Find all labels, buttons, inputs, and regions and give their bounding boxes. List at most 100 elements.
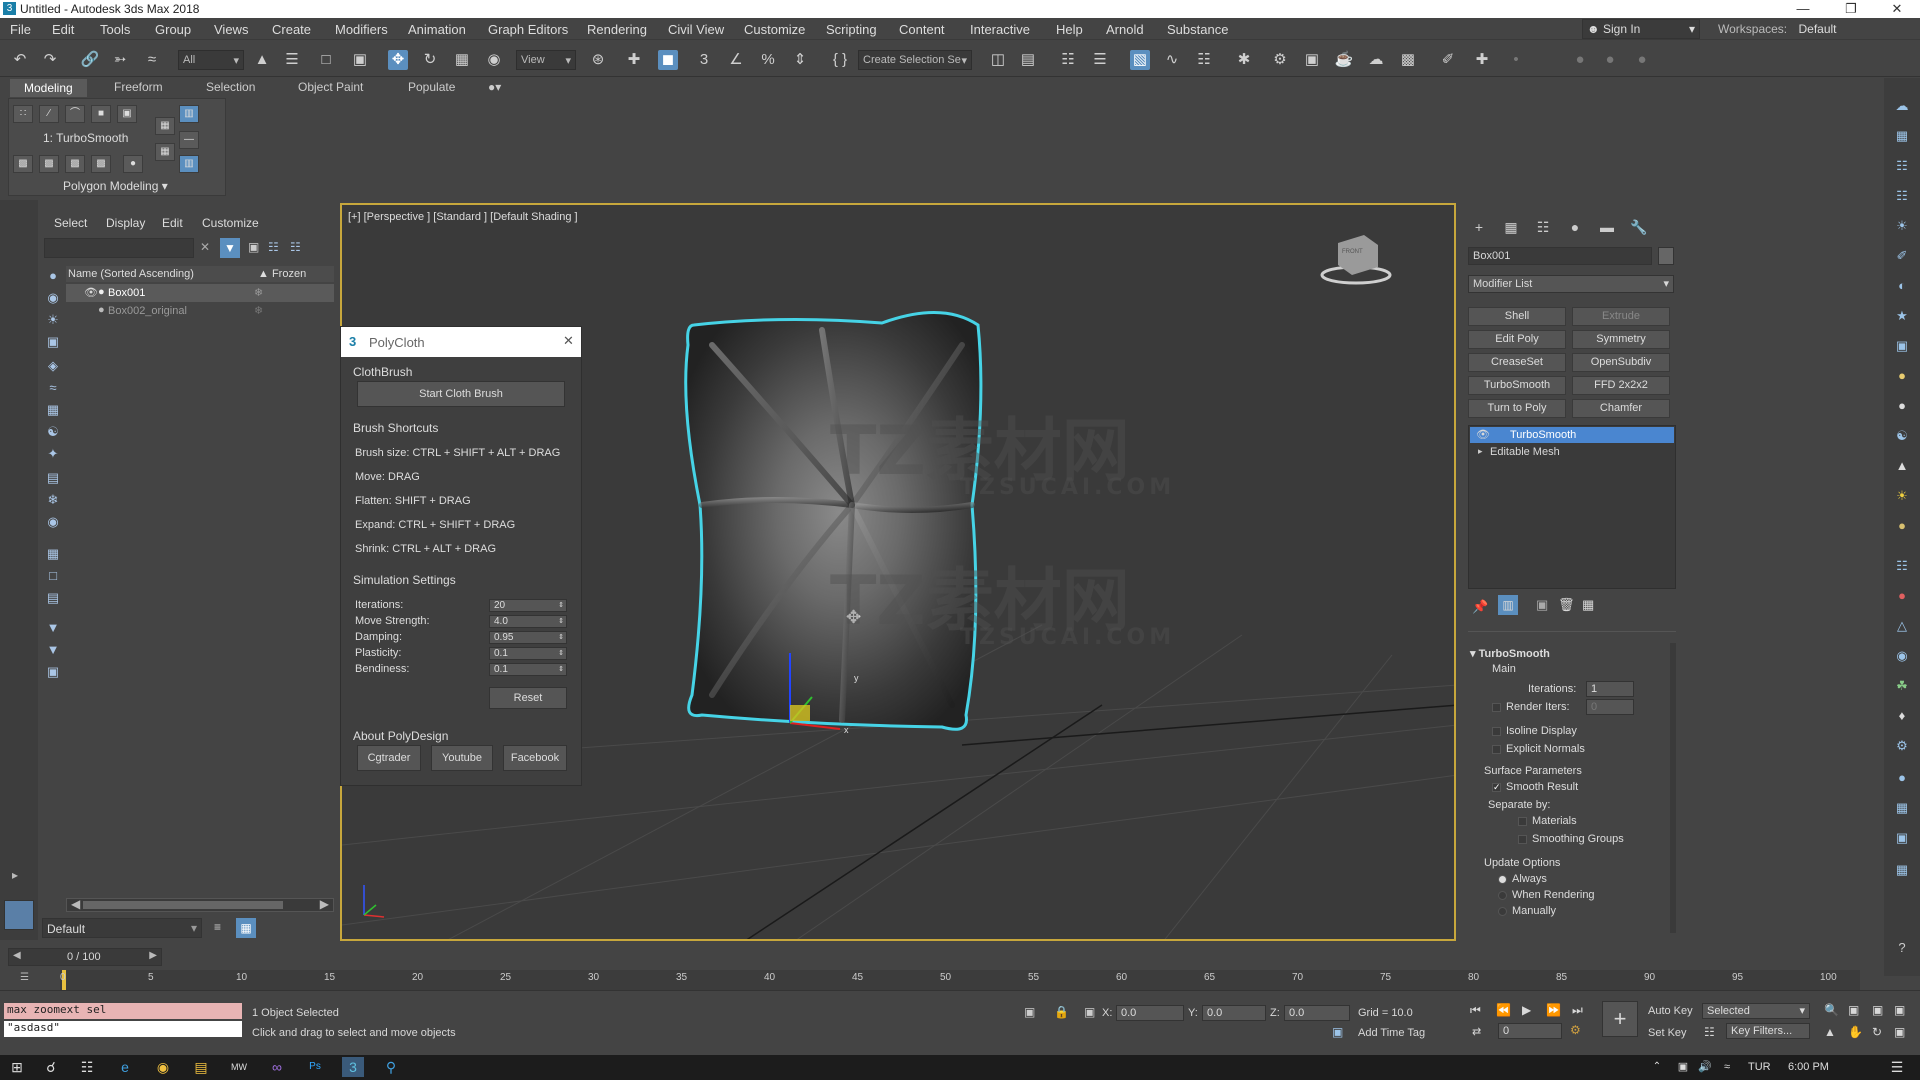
dock-tool-13-icon[interactable]: ▲: [1892, 456, 1912, 476]
modify-tab-icon[interactable]: ▦: [1500, 217, 1522, 237]
polygon-modeling-dropdown[interactable]: Polygon Modeling ▾: [63, 179, 168, 193]
dock-tool-7-icon[interactable]: ◐: [1892, 276, 1912, 296]
dock-tool-4-icon[interactable]: ☷: [1892, 186, 1912, 206]
chrome-icon[interactable]: ◉: [152, 1057, 174, 1077]
expand-arrow-icon[interactable]: ▸: [12, 868, 18, 882]
angle-snap-icon[interactable]: ∠: [726, 50, 746, 70]
dock-tool-14-icon[interactable]: ☀: [1892, 486, 1912, 506]
dock-tool-22-icon[interactable]: ⚙: [1892, 736, 1912, 756]
scene-explorer-toggle-icon[interactable]: ☷: [1058, 50, 1078, 70]
dock-tool-3-icon[interactable]: ☷: [1892, 156, 1912, 176]
lock-icon[interactable]: ▣: [248, 240, 259, 254]
edge-icon[interactable]: ∕: [39, 105, 59, 123]
render-iters-field[interactable]: 0: [1586, 699, 1634, 715]
notifications-icon[interactable]: ☰: [1886, 1057, 1908, 1077]
modifier-extrude-button[interactable]: Extrude: [1572, 307, 1670, 326]
tab-selection[interactable]: Selection: [206, 80, 255, 94]
modifier-opensubdiv-button[interactable]: OpenSubdiv: [1572, 353, 1670, 372]
menu-rendering[interactable]: Rendering: [587, 22, 647, 37]
dock-tool-18-icon[interactable]: △: [1892, 616, 1912, 636]
link-icon[interactable]: 🔗: [80, 50, 100, 70]
display-all-icon[interactable]: ▦: [42, 544, 64, 564]
modifier-shell-button[interactable]: Shell: [1468, 307, 1566, 326]
dock-tool-16-icon[interactable]: ☷: [1892, 556, 1912, 576]
dock-tool-5-icon[interactable]: ☀: [1892, 216, 1912, 236]
visual-studio-icon[interactable]: ∞: [266, 1057, 288, 1077]
dock-tool-26-icon[interactable]: ▦: [1892, 860, 1912, 880]
dock-tool-6-icon[interactable]: ✐: [1892, 246, 1912, 266]
scene-explorer-tab-display[interactable]: Display: [106, 216, 145, 230]
zoom-all-icon[interactable]: ▣: [1848, 1003, 1859, 1017]
sphere-icon[interactable]: ●: [1570, 50, 1590, 70]
scroll-thumb[interactable]: [83, 901, 283, 909]
display-geometry-icon[interactable]: ●: [42, 266, 64, 286]
dock-tool-17-icon[interactable]: ●: [1892, 586, 1912, 606]
key-filters-button[interactable]: Key Filters...: [1726, 1023, 1810, 1039]
mirror-icon[interactable]: ◫: [988, 50, 1008, 70]
menu-tools[interactable]: Tools: [100, 22, 130, 37]
scene-explorer-tab-select[interactable]: Select: [54, 216, 87, 230]
rendered-frame-window-icon[interactable]: ▣: [1302, 50, 1322, 70]
display-spacewarps-icon[interactable]: ≈: [42, 378, 64, 398]
frozen-snowflake-icon[interactable]: ❄: [254, 304, 263, 317]
time-next-icon[interactable]: ▶: [149, 950, 157, 961]
select-children-icon[interactable]: ▣: [42, 662, 64, 682]
display-groups-icon[interactable]: ▦: [42, 400, 64, 420]
layer-dropdown[interactable]: Default ▾: [42, 918, 202, 938]
named-selection-dropdown[interactable]: Create Selection Se ▾: [858, 50, 972, 70]
tray-network-icon[interactable]: ▣: [1672, 1057, 1694, 1077]
maxscript-listener-line1[interactable]: max zoomext sel: [4, 1003, 242, 1019]
menu-create[interactable]: Create: [272, 22, 311, 37]
3dsmax-icon[interactable]: 3: [342, 1057, 364, 1077]
render-cloud-icon[interactable]: ☁: [1366, 50, 1386, 70]
layer-stack-icon[interactable]: ≡: [214, 920, 221, 934]
app-icon-mw[interactable]: MW: [228, 1057, 250, 1077]
polycloth-icon[interactable]: ✐: [1438, 50, 1458, 70]
keyboard-shortcut-override-icon[interactable]: ◼: [658, 50, 678, 70]
motion-tab-icon[interactable]: ●: [1564, 217, 1586, 237]
key-filters-icon[interactable]: ☷: [1704, 1025, 1715, 1039]
utilities-tab-icon[interactable]: 🔧: [1628, 217, 1650, 237]
menu-help[interactable]: Help: [1056, 22, 1083, 37]
menu-group[interactable]: Group: [155, 22, 191, 37]
time-tag-icon[interactable]: ▣: [1332, 1025, 1343, 1039]
menu-animation[interactable]: Animation: [408, 22, 466, 37]
dock-tool-15-icon[interactable]: ●: [1892, 516, 1912, 536]
dock-tool-24-icon[interactable]: ▦: [1892, 798, 1912, 818]
tab-modeling[interactable]: Modeling: [10, 79, 87, 97]
filter-toggle-icon[interactable]: ▼: [42, 618, 64, 638]
display-invert-icon[interactable]: ▤: [42, 588, 64, 608]
isoline-checkbox[interactable]: [1492, 727, 1501, 736]
modify-mode-icon[interactable]: ▦: [155, 117, 175, 135]
selection-lock-icon[interactable]: 🔒: [1054, 1005, 1069, 1019]
current-frame-field[interactable]: 0: [1498, 1023, 1562, 1039]
z-coordinate-field[interactable]: 0.0: [1284, 1005, 1350, 1021]
dock-tool-9-icon[interactable]: ▣: [1892, 336, 1912, 356]
display-frozen-icon[interactable]: ❄: [42, 490, 64, 510]
scroll-left-icon[interactable]: ◀: [71, 897, 80, 911]
smoothing-groups-checkbox[interactable]: [1518, 835, 1527, 844]
zoom-extents-all-icon[interactable]: ▣: [1894, 1003, 1905, 1017]
align-icon[interactable]: ▤: [1018, 50, 1038, 70]
dock-tool-23-icon[interactable]: ●: [1892, 768, 1912, 788]
display-cameras-icon[interactable]: ▣: [42, 332, 64, 352]
object-color-swatch[interactable]: [1658, 247, 1674, 265]
select-move-icon[interactable]: ✥: [388, 50, 408, 70]
pan-icon[interactable]: ✋: [1848, 1025, 1863, 1039]
visibility-eye-icon[interactable]: 👁: [1476, 428, 1490, 441]
display-bones-icon[interactable]: ✦: [42, 444, 64, 464]
select-rotate-icon[interactable]: ↻: [420, 50, 440, 70]
menu-content[interactable]: Content: [899, 22, 945, 37]
dock-tool-2-icon[interactable]: ▦: [1892, 126, 1912, 146]
window-crossing-icon[interactable]: ▣: [350, 50, 370, 70]
scene-hscrollbar[interactable]: ◀ ▶: [66, 897, 334, 912]
find-icon[interactable]: ▼: [42, 640, 64, 660]
display-helpers-icon[interactable]: ◈: [42, 356, 64, 376]
unlink-icon[interactable]: ➳: [110, 50, 130, 70]
edge-browser-icon[interactable]: e: [114, 1057, 136, 1077]
facebook-button[interactable]: Facebook: [503, 745, 567, 771]
photoshop-icon[interactable]: Ps: [304, 1057, 326, 1077]
sphere-icon-3[interactable]: ●: [1632, 50, 1652, 70]
element-icon[interactable]: ▣: [117, 105, 137, 123]
key-mode-toggle-icon[interactable]: ⇄: [1472, 1025, 1481, 1038]
